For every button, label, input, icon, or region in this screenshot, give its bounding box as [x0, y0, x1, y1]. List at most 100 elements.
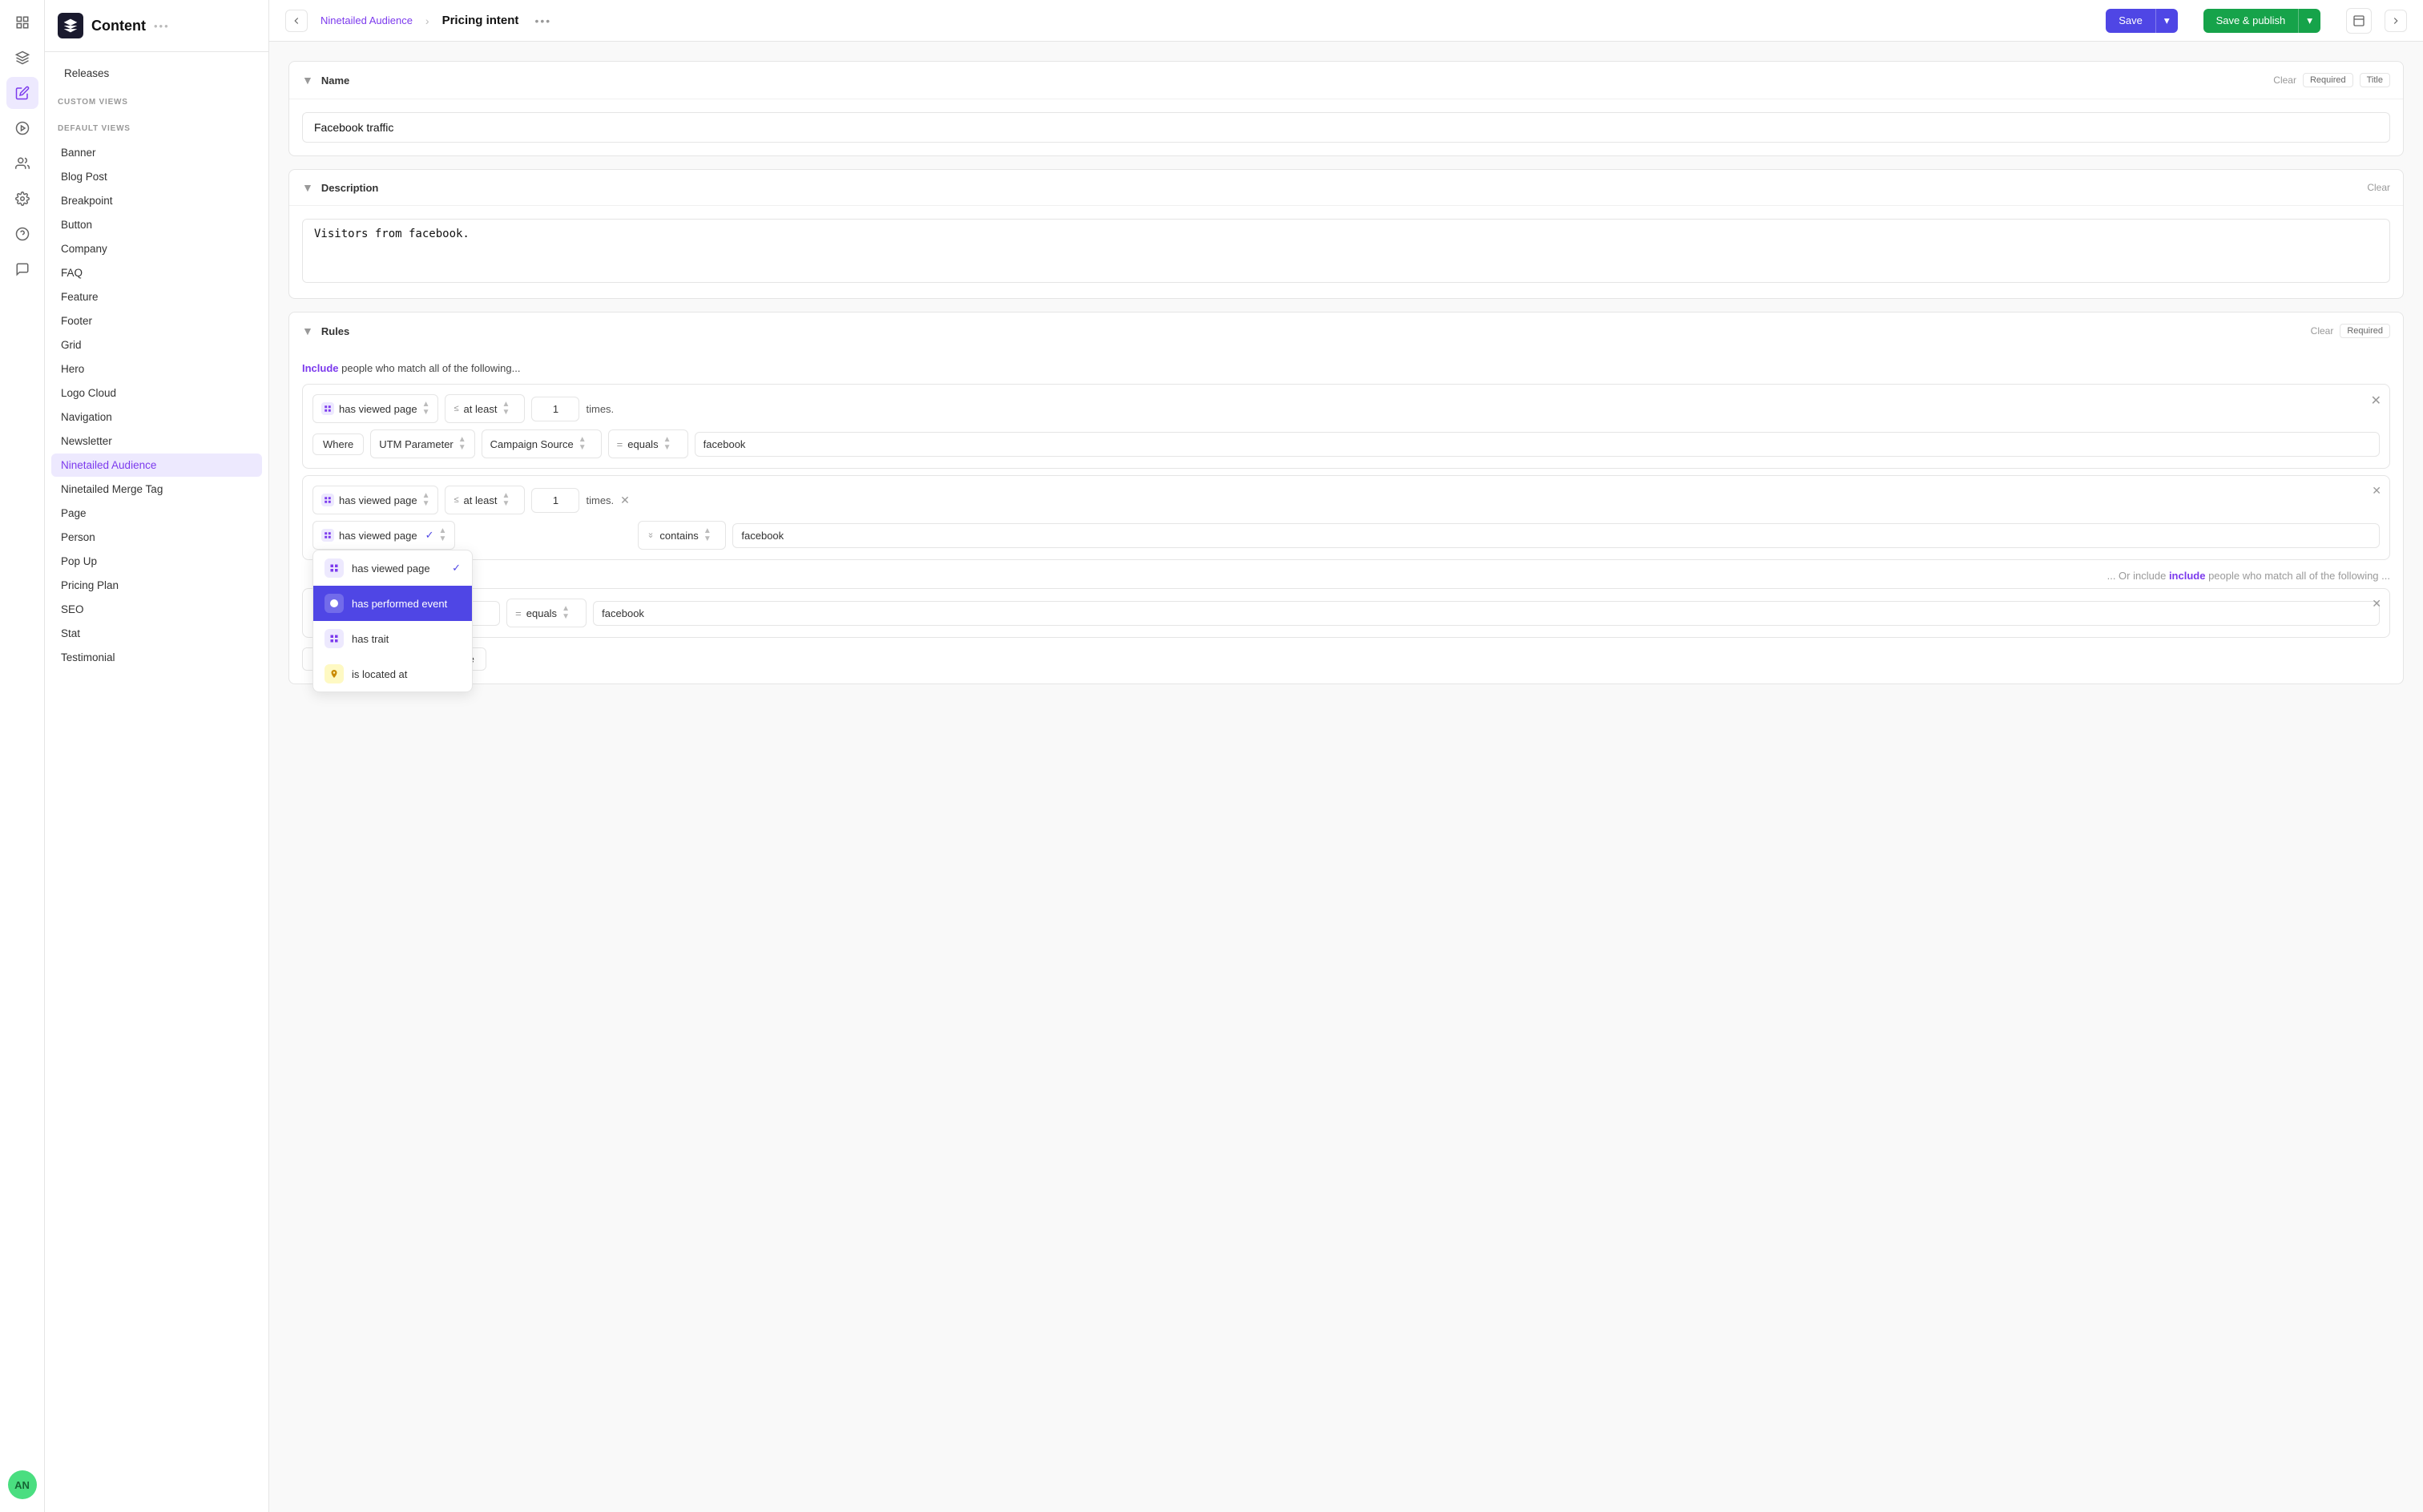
rule-block-1-close[interactable]: ✕: [2371, 393, 2381, 409]
sidebar-item-testimonial[interactable]: Testimonial: [51, 646, 262, 669]
page-title: Pricing intent: [442, 14, 519, 27]
message-icon[interactable]: [6, 253, 38, 285]
description-clear-link[interactable]: Clear: [2367, 182, 2390, 193]
rule-block-1: ✕ has viewed page ▲▼ ≤: [302, 384, 2390, 469]
rules-section-arrow[interactable]: ▼: [302, 325, 313, 337]
right-collapse-button[interactable]: [2385, 10, 2407, 32]
rule-1-condition-select[interactable]: has viewed page ▲▼: [312, 394, 438, 423]
app-title-dots[interactable]: •••: [154, 20, 170, 32]
user-avatar[interactable]: AN: [8, 1470, 37, 1499]
sidebar-item-feature[interactable]: Feature: [51, 285, 262, 308]
rule-2-value-input[interactable]: [531, 488, 579, 513]
save-button-group: Save ▾: [2106, 9, 2177, 33]
name-input[interactable]: [302, 112, 2390, 143]
sidebar-item-grid[interactable]: Grid: [51, 333, 262, 357]
rule-2-row-close[interactable]: ✕: [620, 494, 630, 507]
rule-1-utm-select[interactable]: UTM Parameter ▲▼: [370, 429, 474, 458]
include-keyword: Include: [302, 362, 339, 374]
rule-block-3-close[interactable]: ✕: [2372, 597, 2381, 611]
description-section-arrow[interactable]: ▼: [302, 181, 313, 194]
settings-icon[interactable]: [6, 183, 38, 215]
rules-clear-link[interactable]: Clear: [2311, 325, 2334, 337]
rule-3-equals-select[interactable]: = equals ▲▼: [506, 599, 587, 627]
name-section-label: Name: [321, 75, 2273, 87]
home-icon[interactable]: [6, 6, 38, 38]
app-title: Content: [91, 18, 146, 34]
sidebar-item-popup[interactable]: Pop Up: [51, 550, 262, 573]
name-title-badge[interactable]: Title: [2360, 73, 2390, 87]
save-dropdown-button[interactable]: ▾: [2155, 9, 2178, 33]
sidebar-item-person[interactable]: Person: [51, 526, 262, 549]
rule-1-comparison-select[interactable]: ≤ at least ▲▼: [445, 394, 525, 423]
sidebar-header: Content •••: [45, 0, 268, 52]
rule-1-text-input[interactable]: [695, 432, 2380, 457]
save-publish-dropdown-button[interactable]: ▾: [2298, 9, 2320, 33]
description-textarea[interactable]: Visitors from facebook.: [302, 219, 2390, 283]
sidebar-item-faq[interactable]: FAQ: [51, 261, 262, 284]
name-required-badge[interactable]: Required: [2303, 73, 2353, 87]
rules-section: ▼ Rules Clear Required Include people wh…: [288, 312, 2404, 684]
users-icon[interactable]: [6, 147, 38, 179]
sidebar-item-page[interactable]: Page: [51, 502, 262, 525]
sidebar-item-stat[interactable]: Stat: [51, 622, 262, 645]
main-area: Ninetailed Audience › Pricing intent •••…: [269, 0, 2423, 1512]
name-clear-link[interactable]: Clear: [2273, 75, 2296, 86]
rule-1-equals-select[interactable]: = equals ▲▼: [608, 429, 688, 458]
name-section: ▼ Name Clear Required Title: [288, 61, 2404, 156]
rule-block-2-close[interactable]: ✕: [2372, 484, 2381, 498]
default-views-label: DEFAULT VIEWS: [58, 124, 256, 133]
sidebar-item-footer[interactable]: Footer: [51, 309, 262, 333]
save-publish-button[interactable]: Save & publish: [2203, 9, 2299, 33]
description-section-header: ▼ Description Clear: [289, 170, 2403, 206]
sidebar-item-newsletter[interactable]: Newsletter: [51, 429, 262, 453]
sidebar-item-hero[interactable]: Hero: [51, 357, 262, 381]
topbar: Ninetailed Audience › Pricing intent •••…: [269, 0, 2423, 42]
layers-icon[interactable]: [6, 42, 38, 74]
rule-2-condition-select[interactable]: has viewed page ▲▼: [312, 486, 438, 514]
sidebar-item-ninetailed-merge-tag[interactable]: Ninetailed Merge Tag: [51, 478, 262, 501]
sidebar-item-pricing-plan[interactable]: Pricing Plan: [51, 574, 262, 597]
rule-3-text-input[interactable]: [593, 601, 2380, 626]
name-section-arrow[interactable]: ▼: [302, 74, 313, 87]
sidebar-item-button[interactable]: Button: [51, 213, 262, 236]
dropdown-item-is-located-at[interactable]: is located at: [313, 656, 472, 691]
collapse-sidebar-button[interactable]: [285, 10, 308, 32]
rule-2-contains-select[interactable]: contains ▲▼: [638, 521, 726, 550]
sidebar-item-releases[interactable]: Releases: [54, 62, 259, 85]
dropdown-item-has-trait[interactable]: has trait: [313, 621, 472, 656]
rule-2-text-input[interactable]: [732, 523, 2380, 548]
dropdown-item-has-performed-event[interactable]: has performed event: [313, 586, 472, 621]
layout-button[interactable]: [2346, 8, 2372, 34]
topbar-dots[interactable]: •••: [534, 14, 551, 27]
rule-2-row-1: has viewed page ▲▼ ≤ at least ▲▼ times. …: [312, 486, 2380, 514]
edit-icon[interactable]: [6, 77, 38, 109]
has-performed-event-icon: [325, 594, 344, 613]
rule-2-times-text: times.: [586, 494, 614, 506]
link-icon[interactable]: [6, 112, 38, 144]
custom-views-section: CUSTOM VIEWS: [45, 88, 268, 115]
or-include-row: ... Or include include people who match …: [302, 566, 2390, 585]
sidebar-item-company[interactable]: Company: [51, 237, 262, 260]
rule-block-3: ✕ has trait ▲▼ =: [302, 588, 2390, 638]
breadcrumb-link[interactable]: Ninetailed Audience: [321, 14, 413, 26]
dropdown-item-has-viewed-page[interactable]: has viewed page ✓: [313, 550, 472, 586]
save-button[interactable]: Save: [2106, 9, 2155, 33]
sidebar-item-banner[interactable]: Banner: [51, 141, 262, 164]
description-section-label: Description: [321, 182, 2367, 194]
sidebar-item-breakpoint[interactable]: Breakpoint: [51, 189, 262, 212]
rule-3-row: has trait ▲▼ = equals ▲▼: [312, 599, 2380, 627]
sidebar-item-navigation[interactable]: Navigation: [51, 405, 262, 429]
rules-required-badge[interactable]: Required: [2340, 324, 2390, 338]
help-icon[interactable]: [6, 218, 38, 250]
sidebar-item-logo-cloud[interactable]: Logo Cloud: [51, 381, 262, 405]
sidebar-item-ninetailed-audience[interactable]: Ninetailed Audience: [51, 454, 262, 477]
rule-2-comparison-select[interactable]: ≤ at least ▲▼: [445, 486, 525, 514]
add-rule-buttons: Add AND Rule Add OR Rule: [302, 647, 2390, 671]
rule-1-campaign-select[interactable]: Campaign Source ▲▼: [482, 429, 602, 458]
or-include-keyword[interactable]: include: [2169, 570, 2206, 582]
rule-1-value-input[interactable]: [531, 397, 579, 421]
rule-2-sub-condition-select[interactable]: has viewed page ✓ ▲▼: [312, 521, 455, 550]
rule-block-2: ✕ has viewed page ▲▼ ≤: [302, 475, 2390, 560]
sidebar-item-blog-post[interactable]: Blog Post: [51, 165, 262, 188]
sidebar-item-seo[interactable]: SEO: [51, 598, 262, 621]
